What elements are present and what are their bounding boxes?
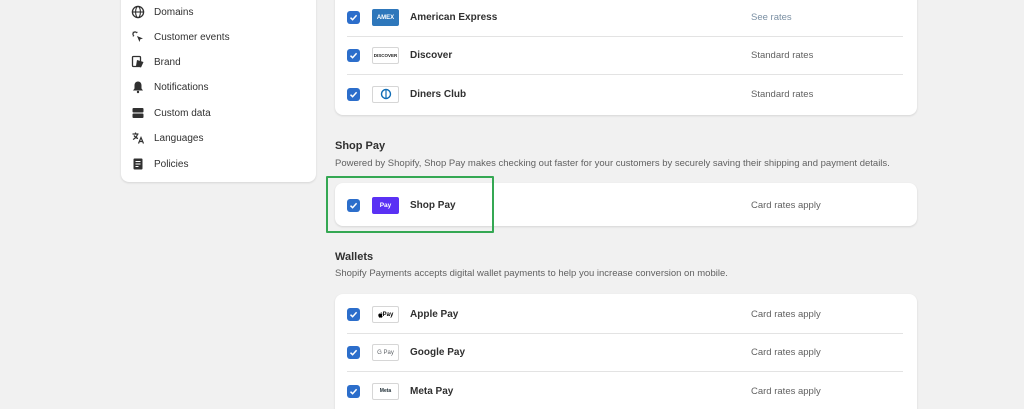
diners-club-logo: [372, 85, 399, 103]
checkbox-apple-pay[interactable]: [347, 308, 360, 321]
payment-method-name: Google Pay: [410, 347, 466, 358]
checkbox-discover[interactable]: [347, 49, 360, 62]
brand-tag-icon: [130, 54, 146, 70]
sidebar-item-label: Languages: [154, 132, 204, 144]
bell-icon: [130, 79, 146, 95]
checkbox-google-pay[interactable]: [347, 346, 360, 359]
translate-icon: [130, 130, 146, 146]
shop-pay-highlight-box: [326, 176, 494, 233]
amex-logo: AMEX: [372, 9, 399, 26]
google-pay-logo: G Pay: [372, 344, 399, 361]
database-icon: [130, 105, 146, 121]
payment-method-name: Diners Club: [410, 88, 467, 100]
sidebar-item-custom-data[interactable]: Custom data: [130, 103, 310, 123]
sidebar-item-label: Customer events: [154, 31, 230, 43]
shop-pay-heading: Shop Pay: [335, 140, 386, 152]
payment-method-row: Meta Meta Pay Card rates apply: [347, 372, 903, 409]
wallets-card: Pay Apple Pay Card rates apply G Pay Goo…: [335, 294, 917, 409]
cursor-sparkle-icon: [130, 29, 146, 45]
payment-method-name: American Express: [410, 12, 498, 23]
sidebar-item-label: Policies: [154, 158, 189, 170]
document-icon: [130, 156, 146, 172]
payment-method-name: Discover: [410, 50, 453, 61]
credit-cards-card: AMEX American Express See rates DISCOVER…: [335, 0, 917, 115]
payment-method-row: Pay Apple Pay Card rates apply: [347, 296, 903, 334]
payment-method-row: AMEX American Express See rates: [347, 0, 903, 37]
rate-text: Card rates apply: [751, 385, 821, 397]
apple-pay-logo: Pay: [372, 306, 399, 323]
rate-text: Card rates apply: [751, 347, 821, 358]
rate-text: Standard rates: [751, 88, 814, 100]
see-rates-link[interactable]: See rates: [751, 12, 792, 23]
checkbox-meta-pay[interactable]: [347, 384, 360, 398]
discover-logo: DISCOVER: [372, 47, 399, 64]
payment-method-name: Apple Pay: [410, 309, 459, 320]
sidebar-item-notifications[interactable]: Notifications: [130, 77, 310, 97]
globe-icon: [130, 4, 146, 20]
sidebar-item-domains[interactable]: Domains: [130, 2, 310, 22]
sidebar-item-policies[interactable]: Policies: [130, 154, 310, 174]
rate-text: Standard rates: [751, 50, 814, 61]
payment-method-name: Meta Pay: [410, 385, 454, 397]
payment-method-row: Diners Club Standard rates: [347, 75, 903, 113]
sidebar-item-brand[interactable]: Brand: [130, 52, 310, 72]
rate-text: Card rates apply: [751, 309, 821, 320]
sidebar-item-label: Notifications: [154, 81, 209, 93]
settings-page: Domains Customer events Brand Notificati…: [0, 0, 1024, 409]
apple-pay-logo-text: Pay: [382, 311, 394, 318]
checkbox-diners-club[interactable]: [347, 87, 360, 101]
wallets-heading: Wallets: [335, 251, 374, 263]
checkbox-american-express[interactable]: [347, 11, 360, 24]
wallets-description: Shopify Payments accepts digital wallet …: [335, 268, 728, 279]
sidebar-item-label: Custom data: [154, 107, 211, 119]
payment-method-row: DISCOVER Discover Standard rates: [347, 37, 903, 75]
payment-method-row: G Pay Google Pay Card rates apply: [347, 334, 903, 372]
meta-pay-logo: Meta: [372, 382, 399, 400]
settings-sidebar: Domains Customer events Brand Notificati…: [121, 0, 316, 182]
sidebar-item-customer-events[interactable]: Customer events: [130, 27, 310, 47]
sidebar-item-label: Brand: [154, 56, 181, 68]
shop-pay-description: Powered by Shopify, Shop Pay makes check…: [335, 158, 890, 169]
sidebar-item-label: Domains: [154, 6, 194, 18]
sidebar-item-languages[interactable]: Languages: [130, 128, 310, 148]
rate-text: Card rates apply: [751, 199, 821, 211]
